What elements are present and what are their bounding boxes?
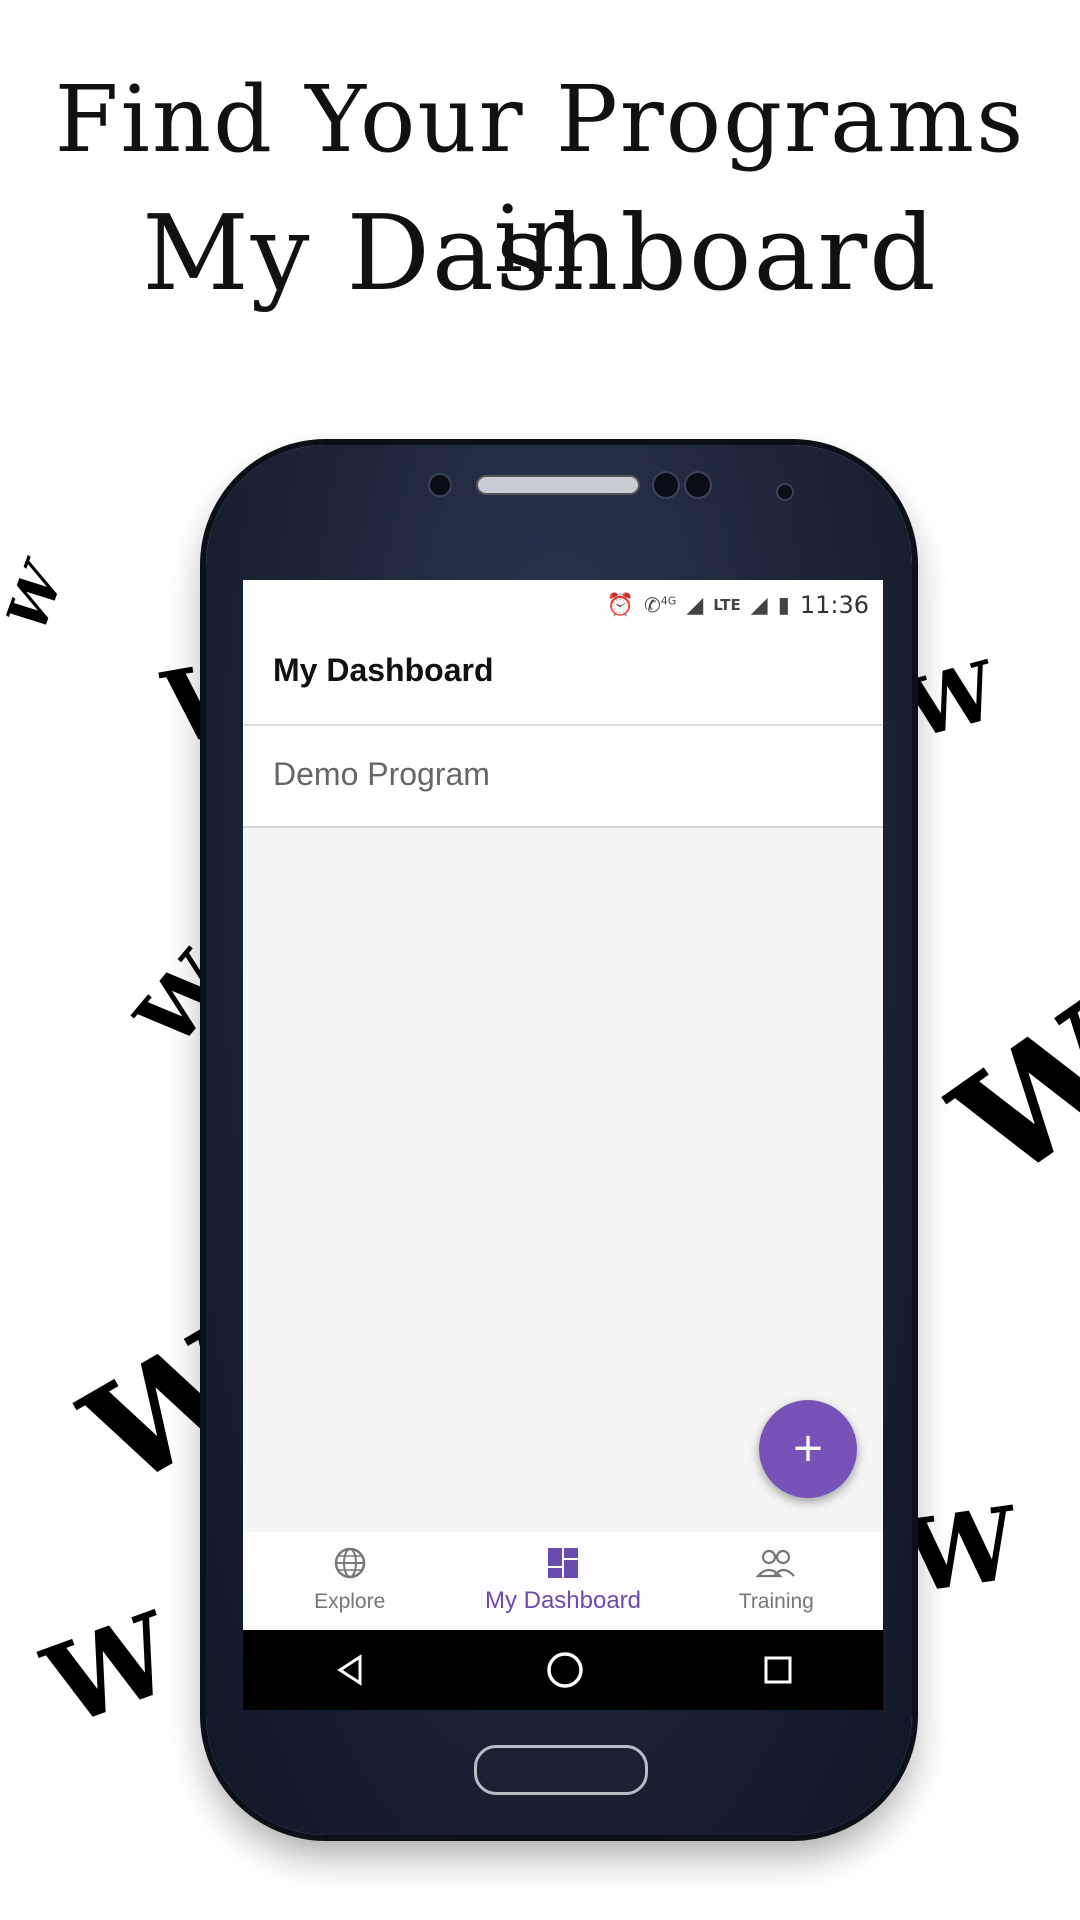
home-icon[interactable] bbox=[545, 1650, 585, 1690]
signal-icon: ◢ bbox=[750, 592, 768, 618]
program-name: Demo Program bbox=[273, 756, 490, 792]
phone-camera bbox=[684, 471, 712, 499]
decor-w-mark: W bbox=[895, 642, 1007, 758]
lte-label: LTE bbox=[713, 596, 741, 614]
nav-item-my-dashboard[interactable]: My Dashboard bbox=[456, 1532, 669, 1630]
status-time: 11:36 bbox=[799, 591, 869, 619]
list-item[interactable]: Demo Program bbox=[243, 726, 883, 828]
battery-icon: ▮ bbox=[777, 592, 790, 618]
nav-item-explore[interactable]: Explore bbox=[243, 1532, 456, 1630]
decor-w-mark: W bbox=[0, 548, 75, 648]
phone-screen: ⏰ ✆4G ◢ LTE ◢ ▮ 11:36 My Dashboard Demo … bbox=[243, 580, 883, 1710]
system-navigation-bar bbox=[243, 1630, 883, 1710]
nav-label-training: Training bbox=[738, 1590, 814, 1613]
nav-label-my-dashboard: My Dashboard bbox=[484, 1587, 642, 1614]
add-program-button[interactable]: + bbox=[759, 1400, 857, 1498]
network-4g-label: 4G bbox=[660, 594, 677, 608]
decor-w-mark: W bbox=[897, 1483, 1025, 1617]
nav-item-training[interactable]: Training bbox=[670, 1532, 883, 1630]
app-bar: My Dashboard bbox=[243, 630, 883, 724]
decor-w-mark: W bbox=[29, 1587, 190, 1752]
call-icon: ✆4G bbox=[644, 593, 677, 617]
alarm-icon: ⏰ bbox=[606, 592, 635, 618]
phone-sensor bbox=[428, 473, 452, 497]
recents-icon[interactable] bbox=[762, 1654, 794, 1686]
phone-speaker bbox=[476, 475, 640, 495]
globe-icon bbox=[334, 1547, 365, 1579]
status-bar: ⏰ ✆4G ◢ LTE ◢ ▮ 11:36 bbox=[243, 580, 883, 630]
headline-line-2: My Dashboard bbox=[142, 192, 938, 314]
bottom-navigation: Explore My Dashboard Training bbox=[243, 1532, 883, 1630]
phone-sensor bbox=[776, 483, 794, 501]
decor-w-mark: W bbox=[924, 974, 1080, 1216]
phone-camera bbox=[652, 471, 680, 499]
dashboard-icon bbox=[547, 1548, 578, 1578]
phone-home-button[interactable] bbox=[474, 1745, 648, 1795]
nav-label-explore: Explore bbox=[314, 1590, 386, 1613]
page-title: My Dashboard bbox=[273, 652, 494, 688]
people-icon bbox=[756, 1549, 796, 1578]
signal-icon: ◢ bbox=[686, 592, 704, 618]
back-icon[interactable] bbox=[332, 1652, 368, 1688]
